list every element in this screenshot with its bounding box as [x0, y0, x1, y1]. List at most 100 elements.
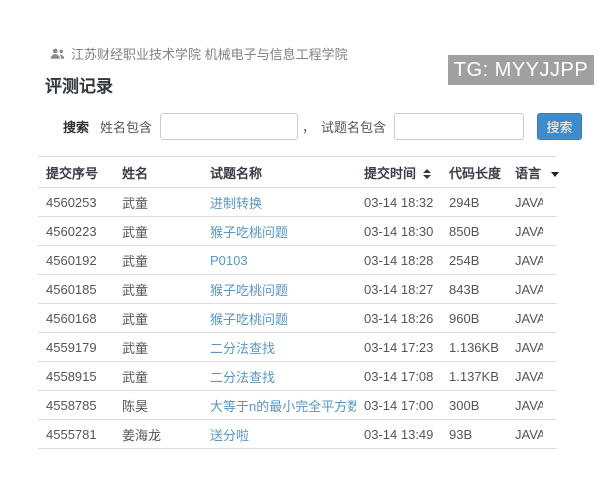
school-name: 江苏财经职业技术学院 机械电子与信息工程学院	[71, 44, 348, 63]
cell-submit-time: 03-14 17:23	[356, 333, 441, 362]
sort-icon[interactable]	[423, 169, 431, 179]
cell-name: 武童	[114, 304, 202, 333]
cell-name: 姜海龙	[114, 420, 202, 449]
table-header-row: 提交序号 姓名 试题名称 提交时间 代码长度 语言	[38, 157, 557, 188]
cell-problem: 猴子吃桃问题	[202, 304, 356, 333]
cell-language: JAVA	[507, 275, 543, 304]
cell-submit-time: 03-14 18:27	[356, 275, 441, 304]
caret-down-icon[interactable]	[551, 172, 559, 177]
submissions-table: 提交序号 姓名 试题名称 提交时间 代码长度 语言 4560253 武童 进制转…	[38, 156, 557, 449]
problem-link[interactable]: 大等于n的最小完全平方数	[210, 399, 356, 414]
name-contains-input[interactable]	[160, 113, 298, 140]
cell-submission-id: 4560185	[38, 275, 114, 304]
col-header-submit-time[interactable]: 提交时间	[356, 157, 441, 188]
users-icon	[50, 47, 65, 60]
cell-problem: 二分法查找	[202, 333, 356, 362]
cell-filter-spacer	[543, 275, 557, 304]
problem-link[interactable]: 猴子吃桃问题	[210, 225, 288, 240]
cell-submit-time: 03-14 18:28	[356, 246, 441, 275]
table-row: 4559179 武童 二分法查找 03-14 17:23 1.136KB JAV…	[38, 333, 557, 362]
problem-contains-label: 试题名包含	[321, 117, 386, 136]
cell-name: 武童	[114, 246, 202, 275]
search-bar: 搜索 姓名包含 ， 试题名包含 搜索	[63, 112, 600, 140]
cell-problem: 送分啦	[202, 420, 356, 449]
cell-code-length: 843B	[441, 275, 507, 304]
cell-code-length: 254B	[441, 246, 507, 275]
problem-link[interactable]: 猴子吃桃问题	[210, 312, 288, 327]
cell-language: JAVA	[507, 304, 543, 333]
cell-submission-id: 4560223	[38, 217, 114, 246]
table-row: 4560253 武童 进制转换 03-14 18:32 294B JAVA	[38, 188, 557, 217]
cell-language: JAVA	[507, 420, 543, 449]
cell-name: 武童	[114, 275, 202, 304]
problem-link[interactable]: 二分法查找	[210, 370, 275, 385]
col-header-filter[interactable]	[543, 157, 557, 188]
problem-link[interactable]: 猴子吃桃问题	[210, 283, 288, 298]
cell-language: JAVA	[507, 391, 543, 420]
cell-filter-spacer	[543, 362, 557, 391]
cell-code-length: 93B	[441, 420, 507, 449]
cell-language: JAVA	[507, 246, 543, 275]
cell-submission-id: 4560168	[38, 304, 114, 333]
problem-contains-input[interactable]	[394, 113, 524, 140]
col-header-submission-id: 提交序号	[38, 157, 114, 188]
cell-language: JAVA	[507, 333, 543, 362]
search-section-label: 搜索	[63, 117, 89, 136]
problem-link[interactable]: P0103	[210, 253, 248, 268]
cell-filter-spacer	[543, 217, 557, 246]
cell-problem: 进制转换	[202, 188, 356, 217]
problem-link[interactable]: 二分法查找	[210, 341, 275, 356]
cell-name: 武童	[114, 217, 202, 246]
cell-problem: 猴子吃桃问题	[202, 275, 356, 304]
cell-submit-time: 03-14 18:32	[356, 188, 441, 217]
cell-code-length: 850B	[441, 217, 507, 246]
problem-link[interactable]: 送分啦	[210, 428, 249, 443]
table-row: 4560185 武童 猴子吃桃问题 03-14 18:27 843B JAVA	[38, 275, 557, 304]
col-header-code-length: 代码长度	[441, 157, 507, 188]
search-button[interactable]: 搜索	[537, 113, 582, 140]
cell-filter-spacer	[543, 333, 557, 362]
cell-submission-id: 4560192	[38, 246, 114, 275]
cell-submit-time: 03-14 18:30	[356, 217, 441, 246]
page: TG: MYYJJPP 江苏财经职业技术学院 机械电子与信息工程学院 评测记录 …	[0, 44, 600, 480]
table-row: 4560223 武童 猴子吃桃问题 03-14 18:30 850B JAVA	[38, 217, 557, 246]
cell-code-length: 1.136KB	[441, 333, 507, 362]
cell-name: 陈昊	[114, 391, 202, 420]
cell-problem: 大等于n的最小完全平方数	[202, 391, 356, 420]
table-row: 4560168 武童 猴子吃桃问题 03-14 18:26 960B JAVA	[38, 304, 557, 333]
cell-name: 武童	[114, 333, 202, 362]
problem-link[interactable]: 进制转换	[210, 196, 262, 211]
submit-time-label: 提交时间	[364, 166, 416, 181]
cell-code-length: 294B	[441, 188, 507, 217]
name-contains-label: 姓名包含	[100, 117, 152, 136]
table-row: 4560192 武童 P0103 03-14 18:28 254B JAVA	[38, 246, 557, 275]
cell-code-length: 960B	[441, 304, 507, 333]
cell-name: 武童	[114, 188, 202, 217]
cell-submission-id: 4560253	[38, 188, 114, 217]
cell-submit-time: 03-14 17:08	[356, 362, 441, 391]
cell-problem: 二分法查找	[202, 362, 356, 391]
cell-submit-time: 03-14 17:00	[356, 391, 441, 420]
cell-filter-spacer	[543, 420, 557, 449]
col-header-name: 姓名	[114, 157, 202, 188]
cell-submission-id: 4555781	[38, 420, 114, 449]
cell-submission-id: 4559179	[38, 333, 114, 362]
table-row: 4558785 陈昊 大等于n的最小完全平方数 03-14 17:00 300B…	[38, 391, 557, 420]
cell-code-length: 1.137KB	[441, 362, 507, 391]
cell-submission-id: 4558785	[38, 391, 114, 420]
cell-code-length: 300B	[441, 391, 507, 420]
cell-name: 武童	[114, 362, 202, 391]
cell-filter-spacer	[543, 246, 557, 275]
cell-language: JAVA	[507, 362, 543, 391]
cell-submission-id: 4558915	[38, 362, 114, 391]
cell-filter-spacer	[543, 391, 557, 420]
cell-language: JAVA	[507, 188, 543, 217]
table-row: 4558915 武童 二分法查找 03-14 17:08 1.137KB JAV…	[38, 362, 557, 391]
cell-submit-time: 03-14 13:49	[356, 420, 441, 449]
cell-submit-time: 03-14 18:26	[356, 304, 441, 333]
cell-problem: 猴子吃桃问题	[202, 217, 356, 246]
cell-filter-spacer	[543, 188, 557, 217]
cell-language: JAVA	[507, 217, 543, 246]
col-header-problem: 试题名称	[202, 157, 356, 188]
cell-filter-spacer	[543, 304, 557, 333]
